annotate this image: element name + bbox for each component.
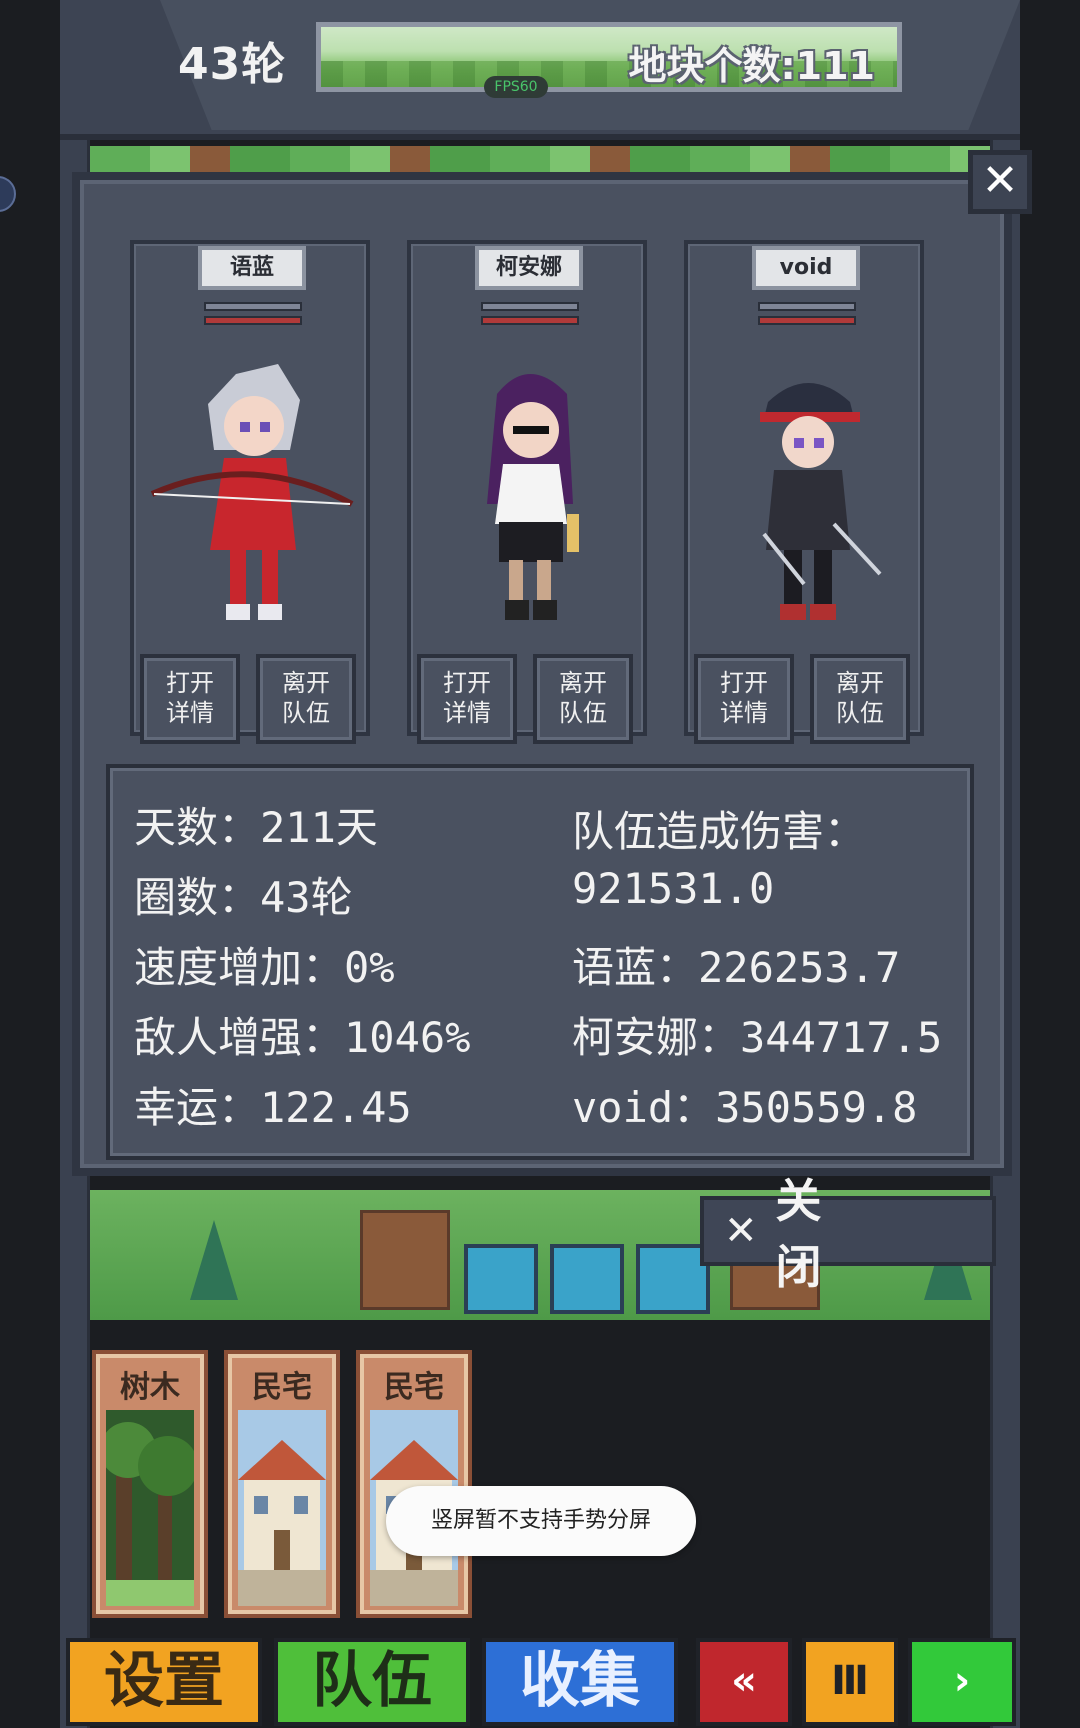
house-tile-icon [360, 1210, 450, 1310]
member-card: void 打开 详情 离开 队伍 [684, 240, 924, 744]
member-damage: 柯安娜：344717.5 [572, 1013, 943, 1062]
play-button[interactable]: › [908, 1638, 1016, 1726]
close-bar-label: 关闭 [775, 1174, 892, 1294]
member-name: 语蓝 [198, 246, 306, 290]
bottom-toolbar: 设置 队伍 收集 « Ⅲ › [60, 1632, 1020, 1728]
speed-stat: 速度增加：0% [134, 943, 395, 992]
pause-button[interactable]: Ⅲ [802, 1638, 898, 1726]
floating-assist-icon[interactable] [0, 176, 16, 212]
fps-counter: FPS60 [484, 76, 548, 98]
archer-portrait [150, 364, 354, 620]
team-damage-total: 921531.0 [572, 864, 775, 913]
forest-illustration [106, 1410, 194, 1606]
settings-button[interactable]: 设置 [66, 1638, 262, 1726]
team-damage-label: 队伍造成伤害： [572, 807, 867, 856]
enemy-boost-stat: 敌人增强：1046% [134, 1013, 471, 1062]
leave-team-button[interactable]: 离开 队伍 [256, 654, 356, 744]
pool-tile-icon [464, 1244, 538, 1314]
open-details-button[interactable]: 打开 详情 [694, 654, 794, 744]
days-stat: 天数：211天 [134, 803, 378, 852]
member-mp-bar [204, 316, 302, 325]
member-mp-bar [758, 316, 856, 325]
tree-icon [190, 1220, 238, 1300]
open-details-button[interactable]: 打开 详情 [417, 654, 517, 744]
leave-team-button[interactable]: 离开 队伍 [533, 654, 633, 744]
system-toast: 竖屏暂不支持手势分屏 [386, 1486, 696, 1556]
game-screen: 43轮 地块个数:111 FPS60 ✕ 关闭 语蓝 打开 详情 离开 队伍 柯… [0, 0, 1080, 1728]
member-damage: 语蓝：226253.7 [572, 943, 901, 992]
tile-card-label: 民宅 [384, 1370, 444, 1405]
member-mp-bar [481, 316, 579, 325]
member-damage: void：350559.8 [572, 1083, 918, 1132]
rounds-stat: 圈数：43轮 [134, 873, 353, 922]
open-details-button[interactable]: 打开 详情 [140, 654, 240, 744]
round-counter: 43轮 [178, 39, 287, 90]
member-card: 柯安娜 打开 详情 离开 队伍 [407, 240, 647, 744]
tree-tile-card[interactable]: 树木 [92, 1350, 208, 1618]
pool-tile-icon [636, 1244, 710, 1314]
team-dialog: 语蓝 打开 详情 离开 队伍 柯安娜 打开 详情 离开 队伍 void 打开 详… [72, 172, 1012, 1176]
swordsman-portrait [760, 383, 882, 620]
leave-team-button[interactable]: 离开 队伍 [810, 654, 910, 744]
member-hp-bar [481, 302, 579, 311]
member-hp-bar [204, 302, 302, 311]
house-illustration [238, 1410, 326, 1606]
luck-stat: 幸运：122.45 [134, 1083, 412, 1132]
residence-tile-card[interactable]: 民宅 [356, 1350, 472, 1618]
agent-portrait [487, 374, 579, 620]
member-card: 语蓝 打开 详情 离开 队伍 [130, 240, 370, 744]
member-hp-bar [758, 302, 856, 311]
collect-button[interactable]: 收集 [482, 1638, 678, 1726]
residence-tile-card[interactable]: 民宅 [224, 1350, 340, 1618]
tile-count-label: 地块个数:111 [628, 44, 875, 88]
tile-card-label: 民宅 [252, 1370, 312, 1405]
close-icon: ✕ [724, 1208, 758, 1254]
member-name: void [752, 246, 860, 290]
rewind-button[interactable]: « [696, 1638, 792, 1726]
map-progress-bar: 地块个数:111 [316, 22, 902, 92]
dialog-close-button[interactable]: ✕ [968, 150, 1032, 214]
pool-tile-icon [550, 1244, 624, 1314]
close-bar-button[interactable]: ✕ 关闭 [700, 1174, 996, 1294]
run-stats-panel: 天数：211天 圈数：43轮 速度增加：0% 敌人增强：1046% 幸运：122… [106, 764, 974, 1160]
team-button[interactable]: 队伍 [274, 1638, 470, 1726]
member-name: 柯安娜 [475, 246, 583, 290]
tile-card-label: 树木 [120, 1370, 180, 1405]
